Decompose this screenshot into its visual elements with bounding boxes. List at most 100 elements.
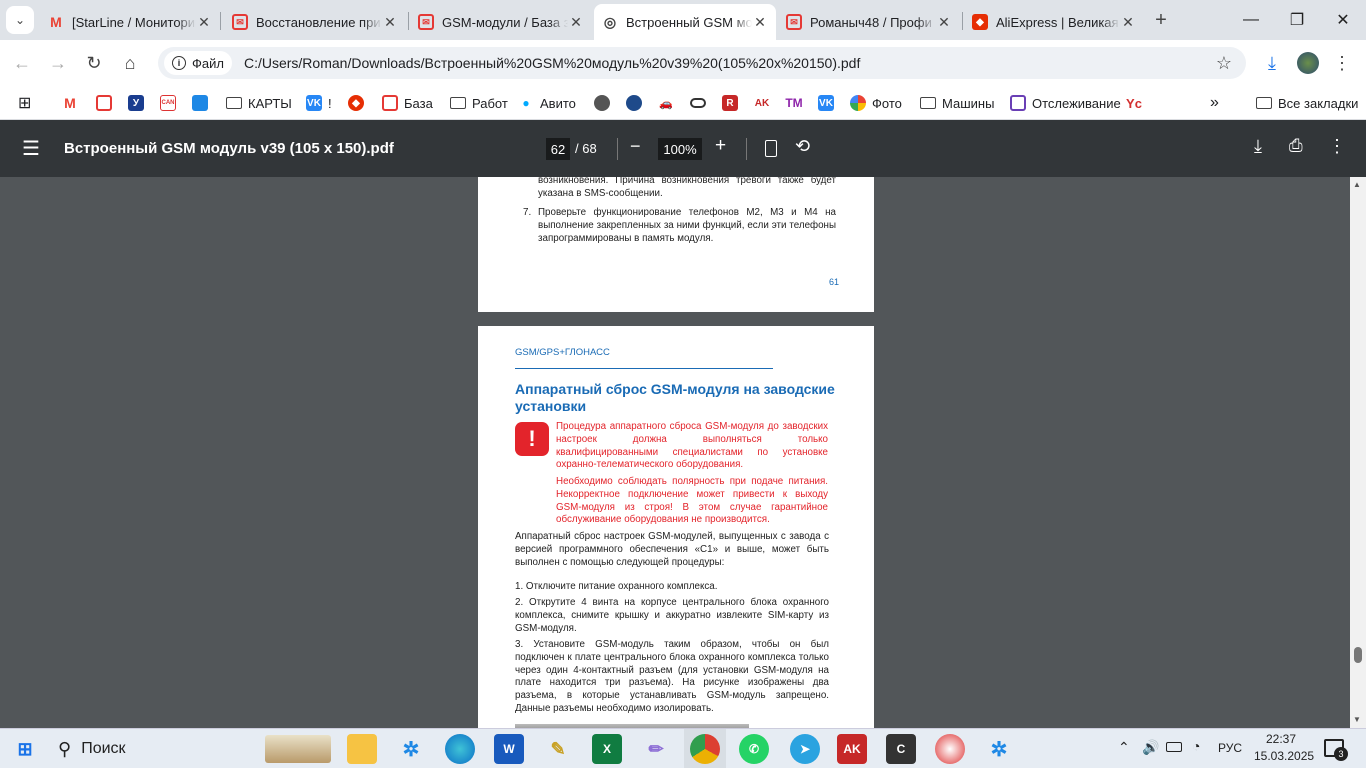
- app-icon[interactable]: ✎: [543, 734, 573, 764]
- section-heading: Аппаратный сброс GSM-модуля на заводские…: [515, 381, 835, 414]
- zoom-in-icon[interactable]: +: [715, 135, 726, 157]
- scrollbar[interactable]: ▲ ▼: [1350, 177, 1366, 728]
- clock-time[interactable]: 22:37: [1266, 732, 1296, 746]
- bookmark-label: Фото: [872, 95, 902, 111]
- all-bookmarks[interactable]: Все закладки: [1256, 92, 1358, 114]
- close-icon[interactable]: ✕: [382, 14, 398, 31]
- whatsapp-icon[interactable]: ✆: [739, 734, 769, 764]
- bookmark-foto[interactable]: Фото: [850, 92, 902, 114]
- bookmark-tracking[interactable]: Отслеживание: [1010, 92, 1121, 114]
- tab-title: GSM-модули / База з: [442, 14, 568, 30]
- bookmark-globe[interactable]: [626, 92, 648, 114]
- menu-icon[interactable]: ☰: [22, 136, 40, 161]
- word-icon[interactable]: W: [494, 734, 524, 764]
- more-bookmarks-icon[interactable]: »: [1210, 92, 1219, 114]
- forward-button[interactable]: →: [44, 49, 72, 77]
- search-label: Поиск: [81, 740, 126, 757]
- tab-search-button[interactable]: ⌄: [6, 6, 34, 34]
- bookmark-yc[interactable]: Yc: [1126, 92, 1148, 114]
- apps-icon[interactable]: ⊞: [18, 92, 31, 114]
- fit-page-icon[interactable]: [765, 140, 777, 157]
- page-number-input[interactable]: 62: [546, 138, 570, 160]
- bookmark-tm[interactable]: TM: [785, 92, 808, 114]
- window-close-button[interactable]: ✕: [1320, 0, 1366, 40]
- minimize-button[interactable]: —: [1228, 0, 1274, 40]
- bookmark-rabot[interactable]: Работ: [450, 92, 508, 114]
- clock-date[interactable]: 15.03.2025: [1254, 749, 1314, 763]
- yandex-icon: У: [128, 95, 144, 111]
- tab-gsm-modules[interactable]: ✉ GSM-модули / База з ✕: [410, 4, 592, 40]
- star-icon[interactable]: ☆: [1216, 53, 1232, 74]
- start-button[interactable]: ⊞: [10, 734, 40, 764]
- tray-chevron-icon[interactable]: ⌃: [1118, 739, 1130, 756]
- bookmark-forum[interactable]: [96, 92, 118, 114]
- telegram-icon[interactable]: ➤: [790, 734, 820, 764]
- settings-gear-icon[interactable]: ✲: [984, 734, 1014, 764]
- zoom-input[interactable]: 100%: [658, 138, 702, 160]
- menu-icon[interactable]: ⋮: [1328, 49, 1356, 77]
- tab-starline[interactable]: M [StarLine / Мониторинг ✕: [40, 4, 220, 40]
- restore-button[interactable]: ❐: [1274, 0, 1320, 40]
- back-button[interactable]: ←: [8, 49, 36, 77]
- forum-icon: [96, 95, 112, 111]
- bookmark-baza[interactable]: База: [382, 92, 433, 114]
- edge-icon[interactable]: [445, 734, 475, 764]
- battery-icon[interactable]: [1166, 742, 1182, 752]
- reload-button[interactable]: ↻: [80, 49, 108, 77]
- page-header: GSM/GPS+ГЛОНАСС: [515, 347, 610, 358]
- bookmark-lock[interactable]: [594, 92, 616, 114]
- scroll-thumb[interactable]: [1354, 647, 1362, 663]
- bookmark-r[interactable]: R: [722, 92, 744, 114]
- bookmark-karty[interactable]: КАРТЫ: [226, 92, 292, 114]
- more-icon[interactable]: ⋮: [1328, 136, 1346, 157]
- settings-gear-icon[interactable]: ✲: [396, 734, 426, 764]
- file-explorer-icon[interactable]: [347, 734, 377, 764]
- tab-aliexpress[interactable]: ◆ AliExpress | Великая ✕: [964, 4, 1144, 40]
- bookmark-vk2[interactable]: VK: [818, 92, 840, 114]
- scroll-up-icon[interactable]: ▲: [1353, 180, 1361, 189]
- excel-icon[interactable]: X: [592, 734, 622, 764]
- paint-icon[interactable]: ✏: [641, 734, 671, 764]
- pdf-viewer[interactable]: возникновения. Причина возникновения тре…: [0, 177, 1350, 728]
- close-icon[interactable]: ✕: [752, 14, 768, 31]
- scroll-down-icon[interactable]: ▼: [1353, 715, 1361, 724]
- app-icon[interactable]: [935, 734, 965, 764]
- bookmark-mashiny[interactable]: Машины: [920, 92, 994, 114]
- download-icon[interactable]: ⤓: [1258, 49, 1286, 77]
- url-text[interactable]: C:/Users/Roman/Downloads/Встроенный%20GS…: [244, 55, 860, 71]
- close-icon[interactable]: ✕: [568, 14, 584, 31]
- address-bar[interactable]: i Файл C:/Users/Roman/Downloads/Встроенн…: [158, 47, 1246, 79]
- ak-icon[interactable]: AK: [837, 734, 867, 764]
- print-icon[interactable]: ⎙: [1289, 136, 1303, 156]
- bookmark-car[interactable]: 🚗: [658, 92, 680, 114]
- zoom-out-icon[interactable]: −: [630, 136, 641, 157]
- tab-restore[interactable]: ✉ Восстановление при ✕: [224, 4, 406, 40]
- photos-icon: [850, 95, 866, 111]
- c-app-icon[interactable]: C: [886, 734, 916, 764]
- lock-icon: [594, 95, 610, 111]
- close-icon[interactable]: ✕: [1120, 14, 1136, 31]
- bookmark-red[interactable]: ◆: [348, 92, 370, 114]
- bookmark-ring[interactable]: [690, 92, 712, 114]
- tab-pdf-active[interactable]: ◎ Встроенный GSM мо ✕: [594, 4, 776, 40]
- volume-icon[interactable]: 🔊: [1142, 739, 1159, 756]
- bookmark-ak[interactable]: AK: [754, 92, 776, 114]
- bookmark-blue[interactable]: [192, 92, 214, 114]
- wifi-icon[interactable]: ◔: [1192, 738, 1200, 754]
- profile-avatar[interactable]: [1294, 49, 1322, 77]
- close-icon[interactable]: ✕: [936, 14, 952, 31]
- close-icon[interactable]: ✕: [196, 14, 212, 31]
- site-info-chip[interactable]: i Файл: [164, 51, 232, 75]
- folder-icon: [920, 97, 936, 109]
- bookmark-vk[interactable]: VK!: [306, 92, 332, 114]
- bookmark-yandex[interactable]: У: [128, 92, 150, 114]
- bookmark-canlin[interactable]: CAN: [160, 92, 182, 114]
- language-indicator[interactable]: РУС: [1218, 741, 1242, 755]
- home-button[interactable]: ⌂: [116, 49, 144, 77]
- bookmark-avito[interactable]: ● Авито: [518, 92, 576, 114]
- bookmark-gmail[interactable]: M: [62, 92, 84, 114]
- new-tab-button[interactable]: +: [1147, 6, 1175, 34]
- rotate-icon[interactable]: ⟲: [795, 136, 810, 157]
- tab-profile[interactable]: ✉ Романыч48 / Профи ✕: [778, 4, 960, 40]
- download-icon[interactable]: ⤓: [1254, 136, 1262, 157]
